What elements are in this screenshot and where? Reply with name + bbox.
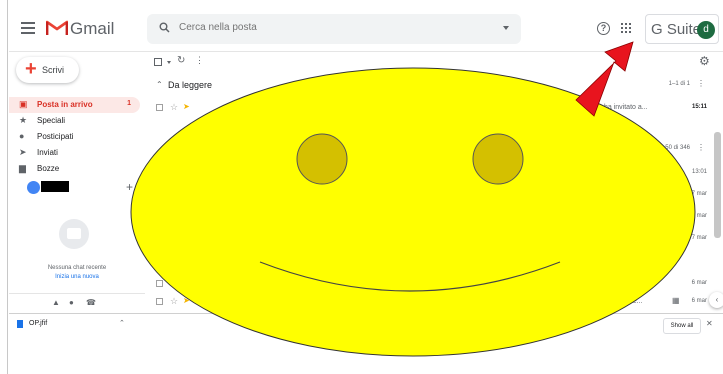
help-icon[interactable]: ? — [597, 22, 610, 35]
gsuite-label: G Suite — [651, 21, 702, 38]
mail-row[interactable]: 7 mar — [146, 229, 716, 249]
mail-snippet: ha invitato a... — [604, 104, 648, 111]
sidebar-item-label: Inviati — [37, 148, 58, 157]
mail-row[interactable]: ☆ ➤ ha invitato a... 15:11 — [146, 98, 716, 118]
header: Gmail ? G Suite d — [9, 8, 723, 52]
show-all-button[interactable]: Show all — [663, 318, 701, 334]
file-icon — [17, 320, 23, 328]
row-checkbox[interactable] — [156, 104, 163, 111]
important-icon[interactable]: ➤ — [183, 296, 190, 305]
section-unread[interactable]: ⌃ Da leggere 1–1 di 1 ⋮ — [146, 76, 716, 94]
apps-grid-icon[interactable] — [621, 23, 632, 34]
sidebar-item-drafts[interactable]: ▆ Bozze — [9, 161, 140, 177]
add-chat-icon[interactable]: + — [126, 180, 133, 194]
gmail-app: Gmail ? G Suite d + Scrivi ▣ Posta — [9, 8, 723, 313]
more-options-icon[interactable]: ⋮ — [195, 55, 204, 66]
list-toolbar: ↻ ⋮ ⚙ — [146, 52, 716, 74]
mail-date: 15:11 — [691, 104, 707, 110]
mail-date: 7 mar — [691, 213, 707, 219]
mail-row[interactable]: 13:01 — [146, 163, 716, 183]
mail-snippet: aasele... — [616, 298, 643, 305]
sidebar-item-label: Posta in arrivo — [37, 100, 93, 109]
sidebar-item-label: Posticipati — [37, 132, 74, 141]
mail-list: ↻ ⋮ ⚙ ⌃ Da leggere 1–1 di 1 ⋮ ☆ ➤ ha inv… — [146, 52, 723, 313]
section-everything-else: 1–50 di 346 ⋮ — [146, 140, 716, 158]
download-bar: OP.jfif ⌃ Show all ✕ — [9, 313, 723, 337]
section-count: 1–1 di 1 — [668, 81, 690, 87]
download-file-name[interactable]: OP.jfif — [29, 320, 47, 327]
row-checkbox[interactable] — [156, 298, 163, 305]
sidebar-item-sent[interactable]: ➤ Inviati — [9, 145, 140, 161]
sidebar-item-starred[interactable]: ★ Speciali — [9, 113, 140, 129]
search-icon[interactable] — [159, 22, 170, 33]
settings-gear-icon[interactable]: ⚙ — [699, 54, 710, 68]
download-options-icon[interactable]: ⌃ — [119, 319, 125, 327]
mail-row[interactable]: 7 mar — [146, 207, 716, 227]
sidebar: + Scrivi ▣ Posta in arrivo 1 ★ Speciali … — [9, 52, 145, 313]
search-bar[interactable] — [147, 14, 521, 44]
hangouts-icon[interactable]: ● — [69, 298, 74, 307]
avatar[interactable]: d — [697, 21, 715, 39]
start-chat-link[interactable]: Inizia una nuova — [9, 274, 145, 280]
clock-icon: ● — [19, 131, 25, 141]
send-icon: ➤ — [19, 147, 27, 157]
section-more-icon[interactable]: ⋮ — [697, 143, 705, 152]
sidebar-item-inbox[interactable]: ▣ Posta in arrivo 1 — [9, 97, 140, 113]
select-all-checkbox[interactable] — [154, 58, 162, 66]
no-chat-text: Nessuna chat recente — [47, 265, 107, 271]
hangouts-user-row[interactable]: + — [9, 180, 145, 198]
search-options-icon[interactable] — [503, 26, 509, 30]
inbox-icon: ▣ — [19, 99, 28, 109]
gsuite-account-box[interactable]: G Suite d — [645, 14, 719, 44]
section-title: Da leggere — [168, 80, 213, 90]
select-options-icon[interactable] — [167, 61, 171, 64]
scrollbar[interactable] — [714, 132, 721, 238]
sidebar-item-snoozed[interactable]: ● Posticipati — [9, 129, 140, 145]
refresh-icon[interactable]: ↻ — [177, 55, 185, 66]
calendar-icon[interactable]: ▦ — [672, 296, 680, 305]
star-icon[interactable]: ☆ — [170, 102, 178, 113]
search-input[interactable] — [179, 22, 479, 33]
row-checkbox[interactable] — [156, 280, 163, 287]
star-icon: ★ — [19, 115, 28, 125]
menu-icon[interactable] — [21, 22, 35, 34]
window-frame-top — [0, 0, 723, 8]
hangouts-footer: ▲ ● ☎ — [9, 293, 145, 311]
sidebar-item-label: Bozze — [37, 164, 60, 173]
window-frame-left — [0, 0, 8, 374]
important-icon[interactable]: ➤ — [183, 102, 190, 111]
mail-date: 7 mar — [691, 191, 707, 197]
app-name: Gmail — [70, 19, 115, 38]
compose-button[interactable]: + Scrivi — [16, 57, 79, 83]
section-more-icon[interactable]: ⋮ — [697, 79, 705, 88]
redacted-username — [41, 181, 69, 192]
collapse-icon[interactable]: ⌃ — [156, 80, 163, 89]
mail-date: 6 mar — [691, 298, 707, 304]
hangouts-bubble-icon — [59, 219, 89, 249]
section-count: 1–50 di 346 — [658, 145, 690, 151]
person-icon[interactable]: ▲ — [52, 298, 60, 307]
star-icon[interactable]: ☆ — [170, 296, 178, 307]
gmail-logo-icon[interactable] — [46, 19, 68, 36]
mail-row[interactable]: 6 mar — [146, 274, 716, 294]
mail-date: 7 mar — [691, 235, 707, 241]
mail-row[interactable]: ☆ ➤ aasele... ▦ 6 mar — [146, 292, 716, 312]
hangouts-avatar[interactable] — [27, 181, 40, 194]
close-icon[interactable]: ✕ — [706, 319, 713, 328]
sidebar-item-label: Speciali — [37, 116, 66, 125]
phone-icon[interactable]: ☎ — [86, 298, 96, 307]
mail-date: 6 mar — [691, 280, 707, 286]
side-panel-toggle-icon[interactable]: ‹ — [709, 292, 723, 308]
mail-date: 13:01 — [691, 169, 707, 175]
draft-icon: ▆ — [19, 163, 26, 173]
unread-count: 1 — [127, 100, 131, 107]
compose-plus-icon: + — [25, 58, 37, 80]
compose-label: Scrivi — [42, 65, 64, 75]
mail-row[interactable]: 7 mar — [146, 185, 716, 205]
